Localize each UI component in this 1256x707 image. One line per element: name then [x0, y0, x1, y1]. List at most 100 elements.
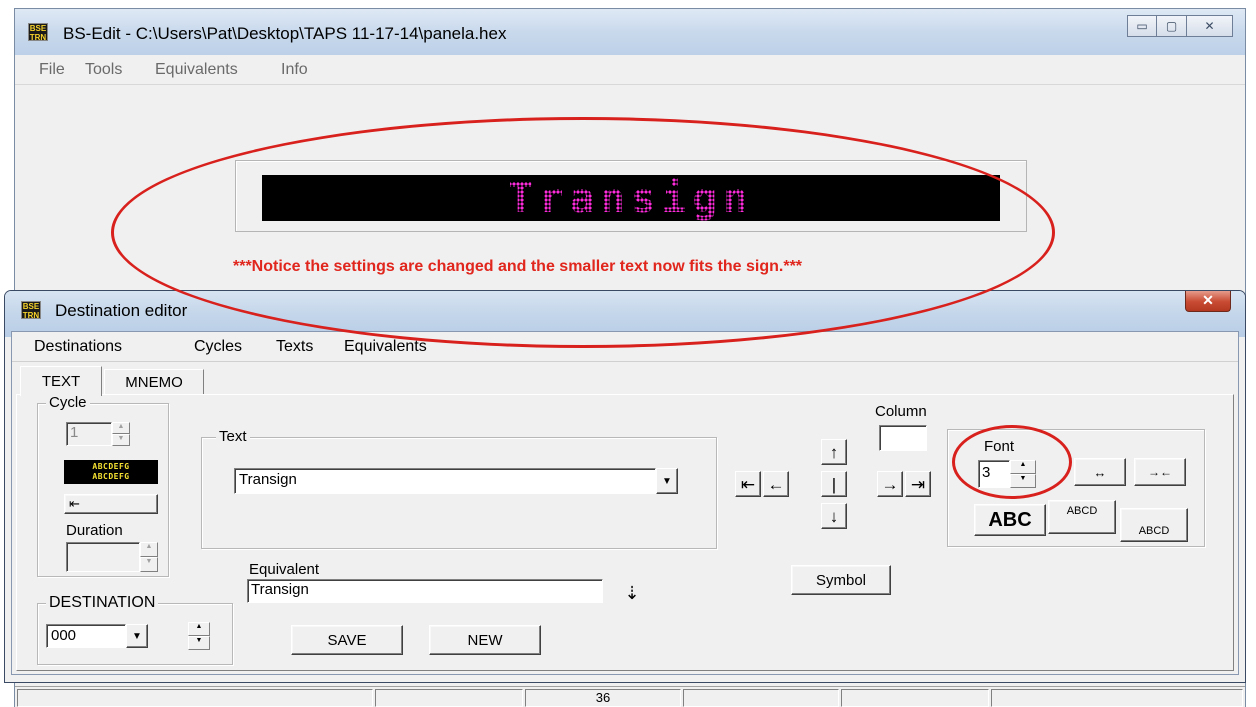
- destination-editor-window: BSE TRN Destination editor ✕ Destination…: [4, 290, 1246, 683]
- dest-editor-title: Destination editor: [55, 301, 188, 320]
- status-cell-4: [683, 689, 839, 707]
- move-last-button[interactable]: ⇥: [905, 471, 931, 497]
- menu-destinations[interactable]: Destinations: [34, 338, 122, 356]
- dest-editor-client: Destinations Cycles Texts Equivalents TE…: [11, 331, 1239, 675]
- scroll-left-icon: ⇤: [69, 496, 80, 511]
- maximize-button[interactable]: ▢: [1157, 15, 1187, 37]
- destination-spinner[interactable]: ▲ ▼: [188, 622, 210, 650]
- symbol-button[interactable]: Symbol: [791, 565, 891, 595]
- main-titlebar[interactable]: BSE TRN BS-Edit - C:\Users\Pat\Desktop\T…: [15, 9, 1245, 55]
- close-button[interactable]: ✕: [1187, 15, 1233, 37]
- save-button[interactable]: SAVE: [291, 625, 403, 655]
- menu-texts[interactable]: Texts: [276, 338, 313, 356]
- text-group: Text Transign ▼: [201, 428, 717, 549]
- spin-up-icon[interactable]: ▲: [188, 622, 210, 636]
- status-cell-6: [991, 689, 1243, 707]
- window-title: BS-Edit - C:\Users\Pat\Desktop\TAPS 11-1…: [63, 24, 507, 43]
- spin-down-icon[interactable]: ▼: [1010, 474, 1036, 488]
- equivalent-input[interactable]: Transign: [247, 579, 603, 603]
- dest-icon-text-bottom: TRN: [22, 311, 40, 320]
- move-up-button[interactable]: ↑: [821, 439, 847, 465]
- text-combo[interactable]: Transign ▼: [234, 468, 678, 494]
- move-right-button[interactable]: →: [877, 471, 903, 497]
- chevron-down-icon[interactable]: ▼: [126, 624, 148, 648]
- menu-cycles[interactable]: Cycles: [194, 338, 242, 356]
- app-icon: BSE TRN: [28, 23, 48, 42]
- spin-up-icon[interactable]: ▲: [112, 422, 130, 434]
- cycle-value: 1: [66, 422, 112, 446]
- column-input[interactable]: [879, 425, 927, 451]
- dest-editor-app-icon: BSE TRN: [21, 301, 41, 320]
- font-label: Font: [984, 438, 1015, 455]
- app-icon-text-top: BSE: [29, 24, 47, 33]
- maximize-icon: ▢: [1165, 19, 1178, 33]
- column-label: Column: [875, 403, 927, 420]
- tab-mnemo[interactable]: MNEMO: [104, 369, 204, 395]
- new-button[interactable]: NEW: [429, 625, 541, 655]
- move-left-button[interactable]: ←: [763, 471, 789, 497]
- dest-icon-text-top: BSE: [22, 302, 40, 311]
- compress-arrows-icon: →←: [1148, 465, 1172, 479]
- close-icon: ✕: [1204, 19, 1215, 33]
- app-icon-text-bottom: TRN: [29, 33, 47, 42]
- text-value: Transign: [234, 468, 656, 494]
- duration-value: [66, 542, 140, 572]
- spin-down-icon[interactable]: ▼: [188, 636, 210, 650]
- status-cell-2: [375, 689, 523, 707]
- spin-down-icon[interactable]: ▼: [112, 434, 130, 446]
- dest-editor-close-button[interactable]: ✕: [1185, 291, 1231, 312]
- font-group: Font 3 ▲ ▼ ↔ →← ABC ABCD ABCD: [947, 429, 1205, 547]
- font-spinner[interactable]: 3 ▲ ▼: [978, 460, 1044, 488]
- widen-spacing-button[interactable]: ↔: [1074, 458, 1126, 486]
- font-size-lowered-button[interactable]: ABCD: [1120, 508, 1188, 542]
- led-sign-text: Transign: [508, 174, 754, 222]
- dest-editor-menubar: Destinations Cycles Texts Equivalents: [12, 332, 1238, 362]
- caption-buttons: ▭ ▢ ✕: [1127, 15, 1233, 37]
- scroll-effect-preview[interactable]: ABCDEFG ABCDEFG: [64, 460, 158, 484]
- expand-arrows-icon: ↔: [1093, 464, 1107, 480]
- move-down-button[interactable]: ↓: [821, 503, 847, 529]
- menu-tools[interactable]: Tools: [85, 61, 122, 79]
- duration-spinner[interactable]: ▲ ▼: [66, 542, 158, 572]
- arrow-up-icon: ↑: [829, 442, 839, 462]
- cycle-spinner[interactable]: 1 ▲ ▼: [66, 422, 130, 446]
- font-size-raised-button[interactable]: ABCD: [1048, 500, 1116, 534]
- spin-down-icon[interactable]: ▼: [140, 557, 158, 572]
- center-bar-icon: |: [831, 474, 837, 494]
- tab-text[interactable]: TEXT: [20, 366, 102, 396]
- text-group-label: Text: [216, 428, 250, 446]
- cycle-group-label: Cycle: [46, 394, 90, 412]
- chevron-down-icon[interactable]: ▼: [656, 468, 678, 494]
- minimize-button[interactable]: ▭: [1127, 15, 1157, 37]
- minimize-icon: ▭: [1136, 19, 1148, 33]
- font-size-large-button[interactable]: ABC: [974, 504, 1046, 536]
- arrow-right-icon: →: [881, 474, 899, 494]
- move-first-button[interactable]: ⇤: [735, 471, 761, 497]
- menu-info[interactable]: Info: [281, 61, 308, 79]
- status-cell-1: [17, 689, 373, 707]
- cycle-group: Cycle 1 ▲ ▼ ABCDEFG ABCDEFG ⇤ Duration ▲ ▼: [37, 394, 169, 577]
- arrow-left-bar-icon: ⇤: [740, 474, 756, 494]
- menu-file[interactable]: File: [39, 61, 65, 79]
- menu-equivalents[interactable]: Equivalents: [155, 61, 238, 79]
- notice-annotation: ***Notice the settings are changed and t…: [233, 258, 803, 275]
- menu-equivalents-dest[interactable]: Equivalents: [344, 338, 427, 356]
- destination-group: DESTINATION 000 ▼ ▲ ▼: [37, 594, 233, 665]
- font-value: 3: [978, 460, 1010, 488]
- scroll-sample-line-1: ABCDEFG: [92, 462, 130, 471]
- scroll-direction-button[interactable]: ⇤: [64, 494, 158, 514]
- equivalent-insert-button[interactable]: ⇣: [621, 579, 643, 607]
- led-sign-display: Transign: [262, 174, 1000, 222]
- sign-preview-frame: Transign: [235, 160, 1027, 232]
- scroll-sample-line-2: ABCDEFG: [92, 472, 130, 481]
- main-menubar: File Tools Equivalents Info: [15, 55, 1245, 85]
- destination-combo[interactable]: 000 ▼: [46, 624, 148, 648]
- center-button[interactable]: |: [821, 471, 847, 497]
- spin-up-icon[interactable]: ▲: [1010, 460, 1036, 474]
- spin-up-icon[interactable]: ▲: [140, 542, 158, 557]
- narrow-spacing-button[interactable]: →←: [1134, 458, 1186, 486]
- arrow-right-bar-icon: ⇥: [910, 474, 926, 494]
- arrow-down-bar-icon: ⇣: [624, 582, 640, 603]
- status-cell-3: 36: [525, 689, 681, 707]
- text-tab-panel: Cycle 1 ▲ ▼ ABCDEFG ABCDEFG ⇤ Duration ▲ ▼: [16, 394, 1234, 671]
